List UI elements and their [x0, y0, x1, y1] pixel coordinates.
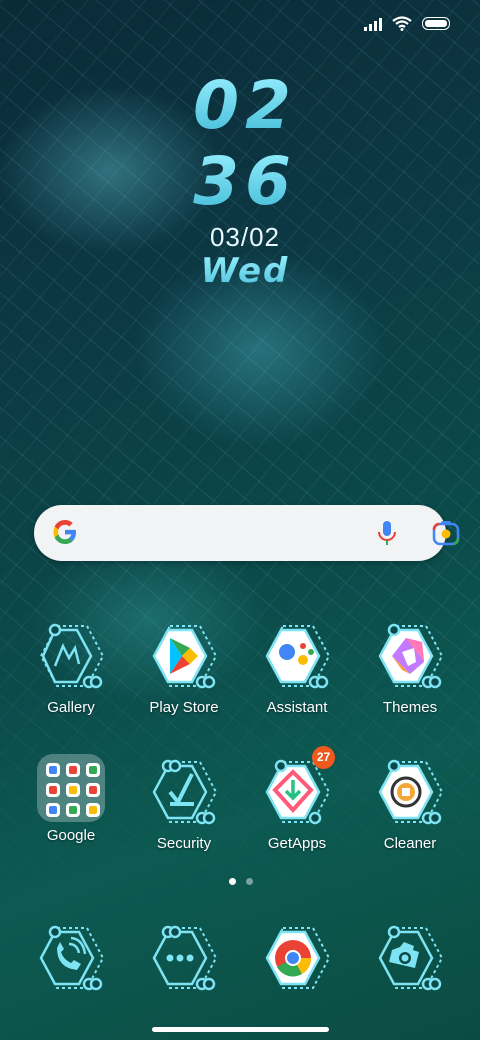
- status-bar: [364, 16, 450, 31]
- page-dot-active: [229, 878, 236, 885]
- folder-google[interactable]: Google: [16, 750, 126, 844]
- signal-icon: [364, 17, 382, 31]
- app-cleaner[interactable]: Cleaner: [355, 754, 465, 852]
- app-label: GetApps: [267, 835, 327, 852]
- cleaner-icon: [372, 754, 448, 830]
- clock-day: Wed: [185, 252, 305, 290]
- google-search-bar[interactable]: [34, 505, 460, 561]
- dock-camera[interactable]: [355, 920, 465, 996]
- dock-chrome[interactable]: [242, 920, 352, 996]
- themes-icon: [372, 618, 448, 694]
- chrome-icon: [259, 920, 335, 996]
- app-label: Google: [46, 827, 96, 844]
- battery-icon: [422, 17, 450, 30]
- google-g-icon: [53, 520, 76, 544]
- app-assistant[interactable]: Assistant: [242, 618, 352, 716]
- dock-phone[interactable]: [16, 920, 126, 996]
- app-label: Cleaner: [383, 835, 437, 852]
- gallery-icon: [33, 618, 109, 694]
- clock-minute: 36: [185, 144, 305, 220]
- dock-messages[interactable]: [129, 920, 239, 996]
- app-label: Themes: [382, 699, 438, 716]
- app-label: Gallery: [47, 699, 95, 716]
- clock-hour: 02: [185, 68, 305, 144]
- security-icon: [146, 754, 222, 830]
- page-dot: [246, 878, 253, 885]
- app-themes[interactable]: Themes: [355, 618, 465, 716]
- play-store-icon: [146, 618, 222, 694]
- lens-icon[interactable]: [432, 520, 460, 546]
- assistant-icon: [259, 618, 335, 694]
- camera-icon: [372, 920, 448, 996]
- app-gallery[interactable]: Gallery: [16, 618, 126, 716]
- clock-date: 03/02: [209, 222, 281, 252]
- clock-widget[interactable]: 02 36 03/02 Wed: [185, 68, 305, 291]
- mic-icon[interactable]: [376, 519, 398, 547]
- google-folder-icon: [37, 754, 105, 822]
- app-label: Assistant: [266, 699, 328, 716]
- page-indicator: [229, 878, 253, 885]
- gesture-nav-handle[interactable]: [152, 1027, 329, 1032]
- messages-icon: [146, 920, 222, 996]
- app-security[interactable]: Security: [129, 754, 239, 852]
- app-label: Play Store: [149, 699, 219, 716]
- wifi-icon: [392, 16, 412, 31]
- getapps-icon: 27: [259, 746, 335, 830]
- app-getapps[interactable]: 27 GetApps: [242, 746, 352, 852]
- app-label: Security: [156, 835, 212, 852]
- app-play-store[interactable]: Play Store: [129, 618, 239, 716]
- notification-badge: 27: [312, 746, 335, 769]
- phone-icon: [33, 920, 109, 996]
